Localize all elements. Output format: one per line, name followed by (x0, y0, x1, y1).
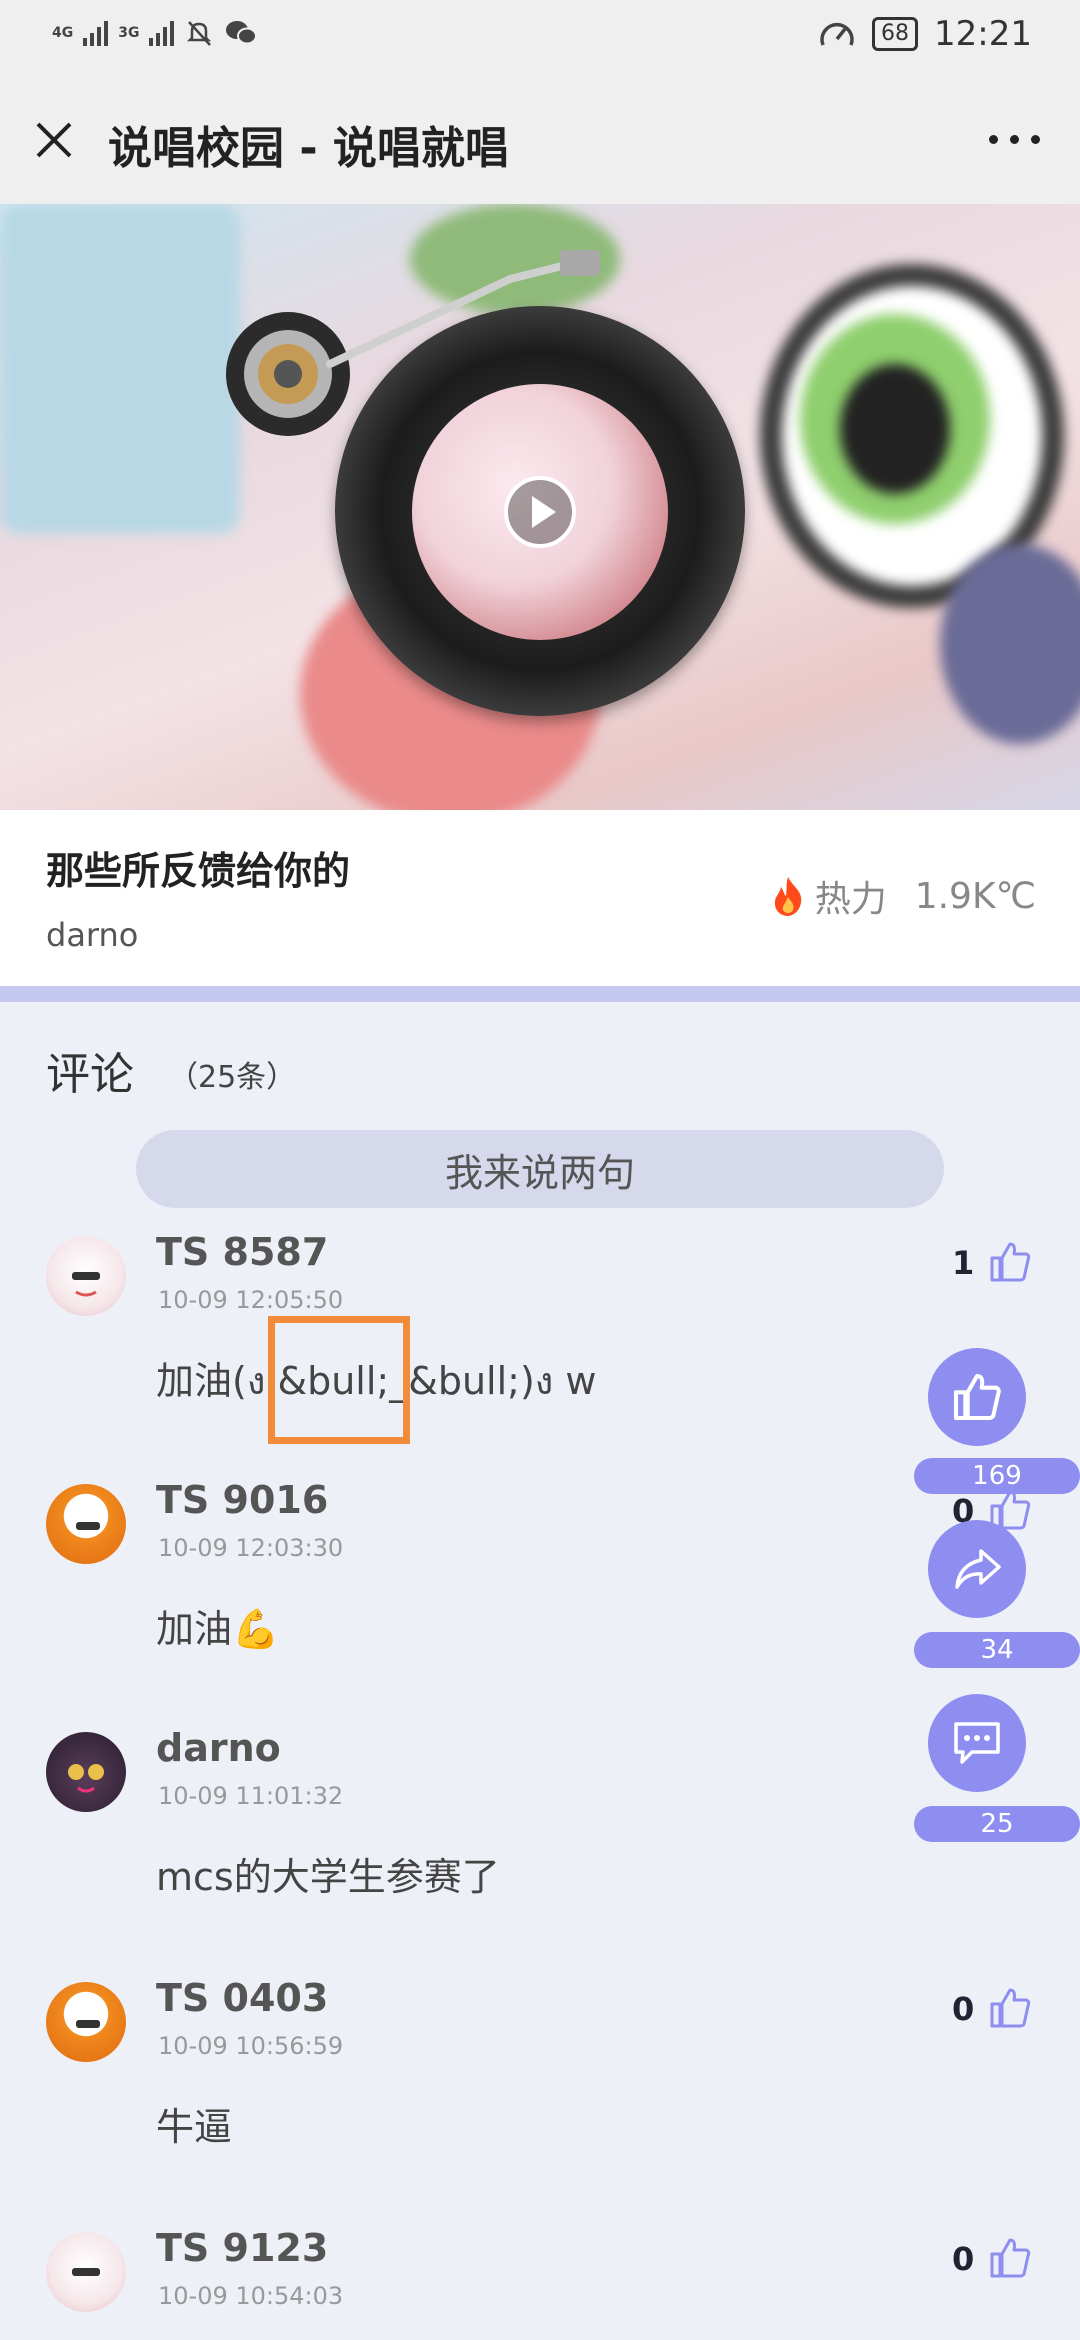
comment-time: 10-09 10:56:59 (158, 2032, 344, 2060)
page-title: 说唱校园 - 说唱就唱 (108, 123, 509, 174)
comment-text: 加油💪 (156, 1607, 280, 1651)
comment-input-button[interactable]: 我来说两句 (136, 1130, 944, 1208)
clock: 12:21 (934, 14, 1032, 54)
song-title: 那些所反馈给你的 (46, 849, 351, 893)
section-divider (0, 986, 1080, 1002)
play-button[interactable] (504, 476, 576, 548)
highlight-box (268, 1316, 410, 1444)
speedometer-icon (820, 22, 854, 46)
comment-time: 10-09 10:54:03 (158, 2282, 344, 2310)
thumbs-up-icon[interactable] (986, 1984, 1034, 2032)
status-right: 68 12:21 (818, 14, 1032, 54)
heat-label: 热力 (814, 879, 887, 920)
cover-art-shape (840, 364, 950, 494)
play-icon (532, 496, 556, 528)
network-4g-label: 4G (52, 25, 74, 41)
comment-text: mcs的大学生参赛了 (156, 1855, 500, 1899)
comment-username[interactable]: darno (156, 1726, 281, 1770)
fire-icon (774, 877, 801, 916)
cover-art-shape (0, 204, 240, 534)
battery-indicator: 68 (872, 17, 919, 51)
status-left: 4G 3G (52, 18, 258, 48)
comment-time: 10-09 11:01:32 (158, 1782, 344, 1810)
comments-count: （25条） (168, 1060, 297, 1095)
thumbs-up-icon[interactable] (986, 2234, 1034, 2282)
comment-like-count: 0 (952, 2240, 975, 2278)
thumbs-up-icon[interactable] (986, 1238, 1034, 1286)
avatar[interactable] (46, 1236, 126, 1316)
network-3g-label: 3G (118, 25, 140, 41)
heat-indicator: 热力 1.9K℃ (769, 870, 1036, 922)
comment-username[interactable]: TS 8587 (156, 1230, 328, 1274)
avatar[interactable] (46, 1732, 126, 1812)
avatar[interactable] (46, 1484, 126, 1564)
avatar[interactable] (46, 1982, 126, 2062)
comment-username[interactable]: TS 9016 (156, 1478, 328, 1522)
comment-username[interactable]: TS 9123 (156, 2226, 328, 2270)
more-menu-icon[interactable] (989, 135, 1040, 144)
comment-fab[interactable] (928, 1694, 1026, 1792)
comments-title: 评论 (46, 1049, 134, 1100)
status-bar: 4G 3G 68 12:21 (0, 0, 1080, 76)
like-fab-count: 169 (914, 1458, 1080, 1494)
share-fab[interactable] (928, 1520, 1026, 1618)
album-cover-area (0, 204, 1080, 810)
comment-username[interactable]: TS 0403 (156, 1976, 328, 2020)
heat-value: 1.9K℃ (914, 875, 1036, 917)
wechat-icon (226, 21, 258, 45)
like-fab[interactable] (928, 1348, 1026, 1446)
comment-time: 10-09 12:05:50 (158, 1286, 344, 1314)
comment-like-count: 0 (952, 1990, 975, 2028)
signal-icon (83, 20, 109, 46)
share-fab-count: 34 (914, 1632, 1080, 1668)
comment-time: 10-09 12:03:30 (158, 1534, 344, 1562)
signal-icon (149, 20, 175, 46)
comment-fab-count: 25 (914, 1806, 1080, 1842)
comment-text: 牛逼 (156, 2105, 233, 2149)
close-icon[interactable] (30, 116, 78, 164)
song-artist[interactable]: darno (46, 916, 138, 954)
thumbs-up-icon (953, 1373, 1001, 1421)
share-arrow-icon (955, 1549, 1001, 1589)
mute-bell-icon (187, 21, 212, 46)
chat-bubble-icon (954, 1722, 1000, 1764)
avatar[interactable] (46, 2232, 126, 2312)
comment-like-count: 1 (952, 1244, 975, 1282)
